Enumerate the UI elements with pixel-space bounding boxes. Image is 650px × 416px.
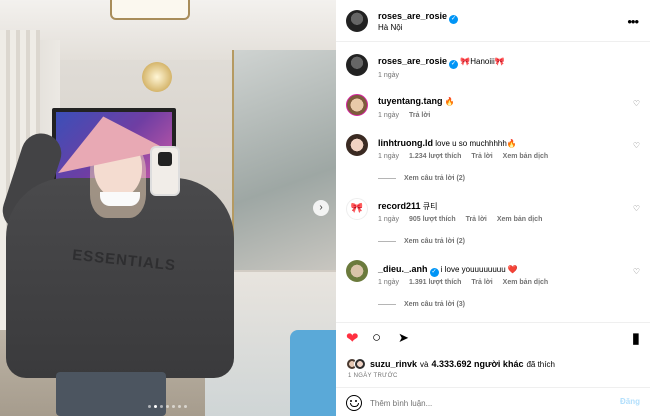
comment-username[interactable]: tuyentang.tang [378,96,443,106]
comment-age: 1 ngày [378,153,400,160]
comment-username[interactable]: _dieu._.anh [378,264,428,274]
comment-likes[interactable]: 1.234 lượt thích [409,153,461,160]
post-panel: roses_are_rosie ✓ Hà Nội ••• roses_are_ro… [336,0,650,416]
translate-button[interactable]: Xem bản dịch [503,279,549,286]
carousel-dot [148,405,151,408]
carousel-dot [178,405,181,408]
likes-summary: suzu_rinvk và 4.333.692 người khác đã th… [346,357,555,371]
likes-suffix: đã thích [526,359,555,369]
mirror [232,50,336,270]
comment-like-icon[interactable]: ♡ [633,204,640,213]
next-photo-button[interactable]: › [313,200,329,216]
comment-text: 🔥 [444,97,455,106]
view-replies-button[interactable]: Xem câu trả lời (3) [378,301,465,308]
comment-age: 1 ngày [378,112,400,119]
caption-text: 🎀Hanoiii🎀 [460,57,505,66]
blue-pillow [290,330,336,416]
likes-count[interactable]: 4.333.692 người khác [431,359,523,369]
save-bookmark-icon[interactable]: ▮ [632,329,640,347]
view-replies-button[interactable]: Xem câu trả lời (2) [378,238,465,245]
comment-like-icon[interactable]: ♡ [633,99,640,108]
comment-username[interactable]: linhtruong.ld [378,138,433,148]
commenter-avatar[interactable] [346,260,368,282]
post-photo[interactable]: ESSENTIALS › [0,0,336,416]
comment-age: 1 ngày [378,216,400,223]
caption-meta: 1 ngày [378,72,407,79]
comment-text: i love youuuuuuuu ❤️ [440,265,518,274]
comment-like-icon[interactable]: ♡ [633,267,640,276]
commenter-avatar[interactable]: 🎀 [346,198,368,220]
phone [150,146,180,196]
comment-row: linhtruong.ld love u so muchhhhh🔥 [378,138,517,148]
carousel-dot [172,405,175,408]
liker-avatar [354,358,366,370]
caption-username[interactable]: roses_are_rosie [378,56,447,66]
translate-button[interactable]: Xem bản dịch [503,153,549,160]
comment-meta: 1 ngày 905 lượt thích Trả lời Xem bản dị… [378,216,550,223]
carousel-dot [184,405,187,408]
chevron-right-icon: › [319,202,323,213]
translate-button[interactable]: Xem bản dịch [497,216,543,223]
liker-username[interactable]: suzu_rinvk [370,359,417,369]
post-timestamp: 1 NGÀY TRƯỚC [348,373,398,379]
post-location[interactable]: Hà Nội [378,23,402,32]
carousel-dot [166,405,169,408]
view-replies-button[interactable]: Xem câu trả lời (2) [378,175,465,182]
comment-row: record211 큐티 [378,201,438,212]
caption: roses_are_rosie ✓ 🎀Hanoiii🎀 [378,56,505,69]
reply-button[interactable]: Trả lời [466,216,487,223]
comment-bar: Đăng [336,387,650,416]
author-username[interactable]: roses_are_rosie [378,11,447,21]
author-avatar[interactable] [346,10,368,32]
comment-bubble-icon[interactable]: ○ [372,329,381,346]
comment-meta: 1 ngày 1.234 lượt thích Trả lời Xem bản … [378,153,556,160]
post-comment-button[interactable]: Đăng [620,397,640,406]
carousel-dot [154,405,157,408]
reply-button[interactable]: Trả lời [471,279,492,286]
commenter-avatar[interactable] [346,94,368,116]
comments-list: roses_are_rosie ✓ 🎀Hanoiii🎀 1 ngày tuyent… [336,42,650,322]
skirt [56,372,166,416]
comment-like-icon[interactable]: ♡ [633,141,640,150]
comment-username[interactable]: record211 [378,201,421,211]
comment-row: tuyentang.tang 🔥 [378,96,455,106]
comment-text: love u so muchhhhh🔥 [435,139,517,148]
chandelier [142,62,172,92]
comment-row: _dieu._.anh ✓ i love youuuuuuuu ❤️ [378,264,518,277]
share-send-icon[interactable]: ➤ [398,330,409,346]
comment-likes[interactable]: 1.391 lượt thích [409,279,461,286]
post-header: roses_are_rosie ✓ Hà Nội ••• [336,0,650,42]
verified-icon: ✓ [449,60,459,69]
emoji-icon[interactable] [346,395,362,411]
action-bar: ❤ ○ ➤ ▮ suzu_rinvk và 4.333.692 người kh… [336,322,650,416]
bow-icon: 🎀 [350,203,364,214]
ceiling-lamp [110,0,190,20]
caption-age: 1 ngày [378,72,400,79]
more-options-icon[interactable]: ••• [627,14,639,29]
comment-age: 1 ngày [378,279,400,286]
comment-meta: 1 ngày Trả lời [378,112,438,119]
reply-button[interactable]: Trả lời [471,153,492,160]
comment-text: 큐티 [422,202,438,211]
comment-likes[interactable]: 905 lượt thích [409,216,456,223]
commenter-avatar[interactable] [346,134,368,156]
comment-input[interactable] [370,394,600,412]
carousel-dots [148,405,187,408]
verified-icon: ✓ [429,268,439,277]
caption-avatar[interactable] [346,54,368,76]
verified-icon: ✓ [449,15,459,24]
comment-meta: 1 ngày 1.391 lượt thích Trả lời Xem bản … [378,279,556,286]
likes-connector: và [420,359,429,369]
reply-button[interactable]: Trả lời [409,112,430,119]
carousel-dot [160,405,163,408]
like-heart-icon[interactable]: ❤ [346,329,359,347]
white-collar [100,192,140,206]
